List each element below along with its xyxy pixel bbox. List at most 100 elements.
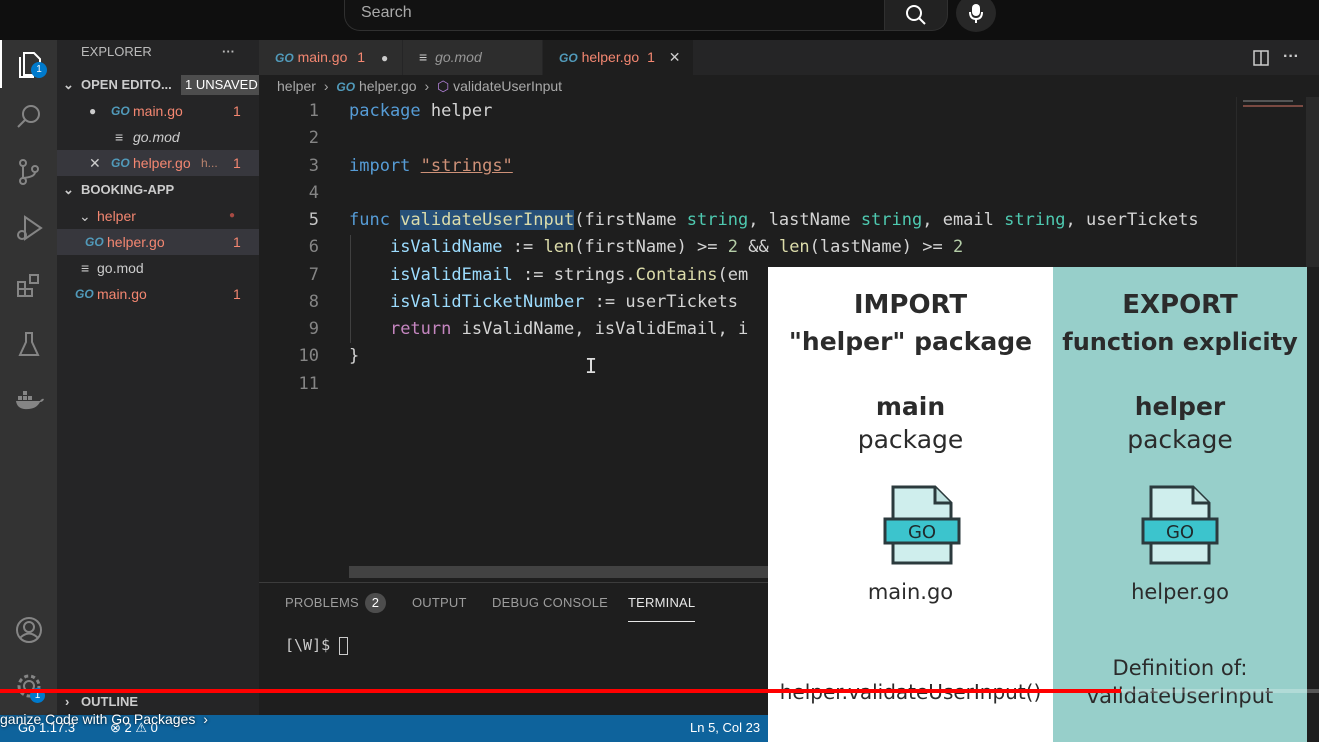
docker-activity[interactable] [0, 376, 57, 424]
breadcrumb-file[interactable]: helper.go [359, 78, 417, 94]
cursor-position-status[interactable]: Ln 5, Col 23 [690, 720, 760, 735]
minimap[interactable] [1236, 97, 1306, 267]
close-icon[interactable]: ✕ [669, 49, 681, 65]
open-editor-item[interactable]: ● GO main.go 1 [57, 98, 259, 124]
close-icon[interactable]: ✕ [89, 150, 101, 176]
type: string [1004, 210, 1066, 230]
split-editor-icon[interactable] [1253, 50, 1269, 66]
youtube-search-input[interactable]: Search [344, 0, 885, 31]
problem-count: 1 [233, 103, 241, 119]
code-text: (lastName) >= [809, 237, 953, 257]
open-editor-item-active[interactable]: ✕ GO helper.go h... 1 [57, 150, 259, 176]
code-line[interactable]: 6 isValidName := len(firstName) >= 2 && … [259, 234, 1259, 261]
run-debug-activity[interactable] [0, 204, 57, 252]
code-text: , lastName [748, 210, 861, 230]
variable: isValidTicketNumber [389, 292, 585, 312]
tab-go-mod[interactable]: ≡ go.mod [402, 40, 542, 75]
explorer-sidebar: EXPLORER ··· ⌄ OPEN EDITO... 1 UNSAVED ●… [57, 40, 262, 715]
package-label: package [857, 425, 964, 454]
file-label: main.go [97, 286, 147, 302]
go-document-icon: GO [883, 485, 961, 565]
manage-activity[interactable]: 1 [0, 662, 57, 710]
project-label: BOOKING-APP [81, 182, 175, 197]
file-item-active[interactable]: GO helper.go 1 [57, 229, 259, 255]
editor-tabs: GO main.go 1 ● ≡ go.mod GO helper.go 1 ✕… [259, 40, 1319, 75]
tab-terminal[interactable]: TERMINAL [628, 595, 696, 622]
explorer-header: EXPLORER ··· [57, 40, 259, 64]
go-file-icon: GO [75, 287, 94, 301]
code-line[interactable]: 1 package helper [259, 98, 1259, 125]
line-number: 8 [308, 292, 319, 312]
open-editors-section[interactable]: ⌄ OPEN EDITO... 1 UNSAVED [57, 72, 262, 98]
terminal-output[interactable]: [\W]$ [285, 636, 349, 655]
import-heading: IMPORT [853, 290, 968, 320]
tab-helper-go[interactable]: GO helper.go 1 ✕ [543, 40, 693, 75]
go-label: GO [1165, 522, 1195, 543]
code-text: := strings. [512, 265, 636, 285]
file-lines-icon: ≡ [419, 49, 428, 65]
file-item[interactable]: GO main.go 1 [57, 281, 259, 307]
go-file-icon: GO [85, 235, 104, 249]
keyword: package [349, 101, 421, 121]
line-number: 9 [308, 319, 319, 339]
code-text: helper [420, 101, 493, 121]
code-line[interactable]: 3 import "strings" [259, 153, 1259, 180]
beaker-icon [17, 332, 40, 356]
accounts-activity[interactable] [0, 606, 57, 654]
go-label: GO [907, 522, 937, 543]
tab-problem-count: 1 [357, 49, 366, 65]
tab-label: go.mod [435, 49, 482, 65]
breadcrumb: helper › GO helper.go › ⬡ validateUserIn… [259, 75, 562, 97]
code-line-current[interactable]: 5 func validateUserInput(firstName string… [259, 207, 1259, 234]
line-number: 10 [298, 346, 319, 366]
chapter-title[interactable]: ganize Code with Go Packages › [0, 709, 208, 729]
open-editor-label: go.mod [133, 129, 180, 145]
activity-bar: 1 1 [0, 40, 57, 715]
tab-label: main.go [297, 49, 348, 65]
export-subheading: function explicity [1062, 328, 1298, 356]
file-item[interactable]: ≡ go.mod [57, 255, 259, 281]
horizontal-scrollbar[interactable] [349, 566, 769, 578]
tab-output[interactable]: OUTPUT [412, 595, 467, 610]
run-debug-icon [16, 215, 43, 241]
indent-guide [350, 235, 351, 343]
variable: isValidEmail [389, 265, 513, 285]
tab-problems[interactable]: PROBLEMS [285, 595, 359, 610]
vertical-scrollbar[interactable] [1306, 97, 1319, 267]
explorer-title: EXPLORER [81, 44, 152, 59]
explorer-activity[interactable]: 1 [0, 40, 57, 88]
extensions-icon [16, 274, 39, 297]
extensions-activity[interactable] [0, 262, 57, 310]
folder-item[interactable]: ⌄ helper ● [57, 203, 259, 229]
code-line[interactable]: 4 [259, 180, 1259, 207]
tab-debug-console[interactable]: DEBUG CONSOLE [492, 595, 608, 610]
breadcrumb-symbol[interactable]: validateUserInput [453, 78, 562, 94]
code-text: := [502, 237, 544, 257]
more-actions-icon[interactable]: ··· [1283, 48, 1299, 66]
open-editor-label: helper.go [133, 155, 191, 171]
export-panel: EXPORT function explicity helper package… [1053, 267, 1307, 742]
explorer-badge: 1 [31, 62, 47, 78]
tab-main-go[interactable]: GO main.go 1 ● [259, 40, 402, 75]
youtube-search-button[interactable] [884, 0, 948, 31]
line-number: 11 [298, 374, 319, 394]
chapter-title-text: ganize Code with Go Packages [0, 711, 196, 727]
breadcrumb-folder[interactable]: helper [277, 78, 316, 94]
project-section[interactable]: ⌄ BOOKING-APP [57, 177, 259, 203]
modified-dot-icon[interactable]: ● [381, 51, 388, 65]
definition-function: validateUserInput [1086, 684, 1274, 708]
explorer-more-button[interactable]: ··· [222, 40, 235, 64]
code-text: (em [717, 265, 749, 285]
type: string [860, 210, 923, 230]
search-activity[interactable] [0, 92, 57, 140]
open-editor-item[interactable]: ≡ go.mod [57, 124, 259, 150]
source-control-activity[interactable] [0, 148, 57, 196]
testing-activity[interactable] [0, 320, 57, 368]
code-line[interactable]: 2 [259, 125, 1259, 152]
search-icon [16, 105, 40, 128]
file-lines-icon: ≡ [115, 129, 124, 145]
minimap-line [1243, 105, 1303, 107]
go-file-icon: GO [111, 156, 130, 170]
text-cursor-icon: I [585, 354, 598, 378]
string-literal: "strings" [420, 156, 513, 176]
